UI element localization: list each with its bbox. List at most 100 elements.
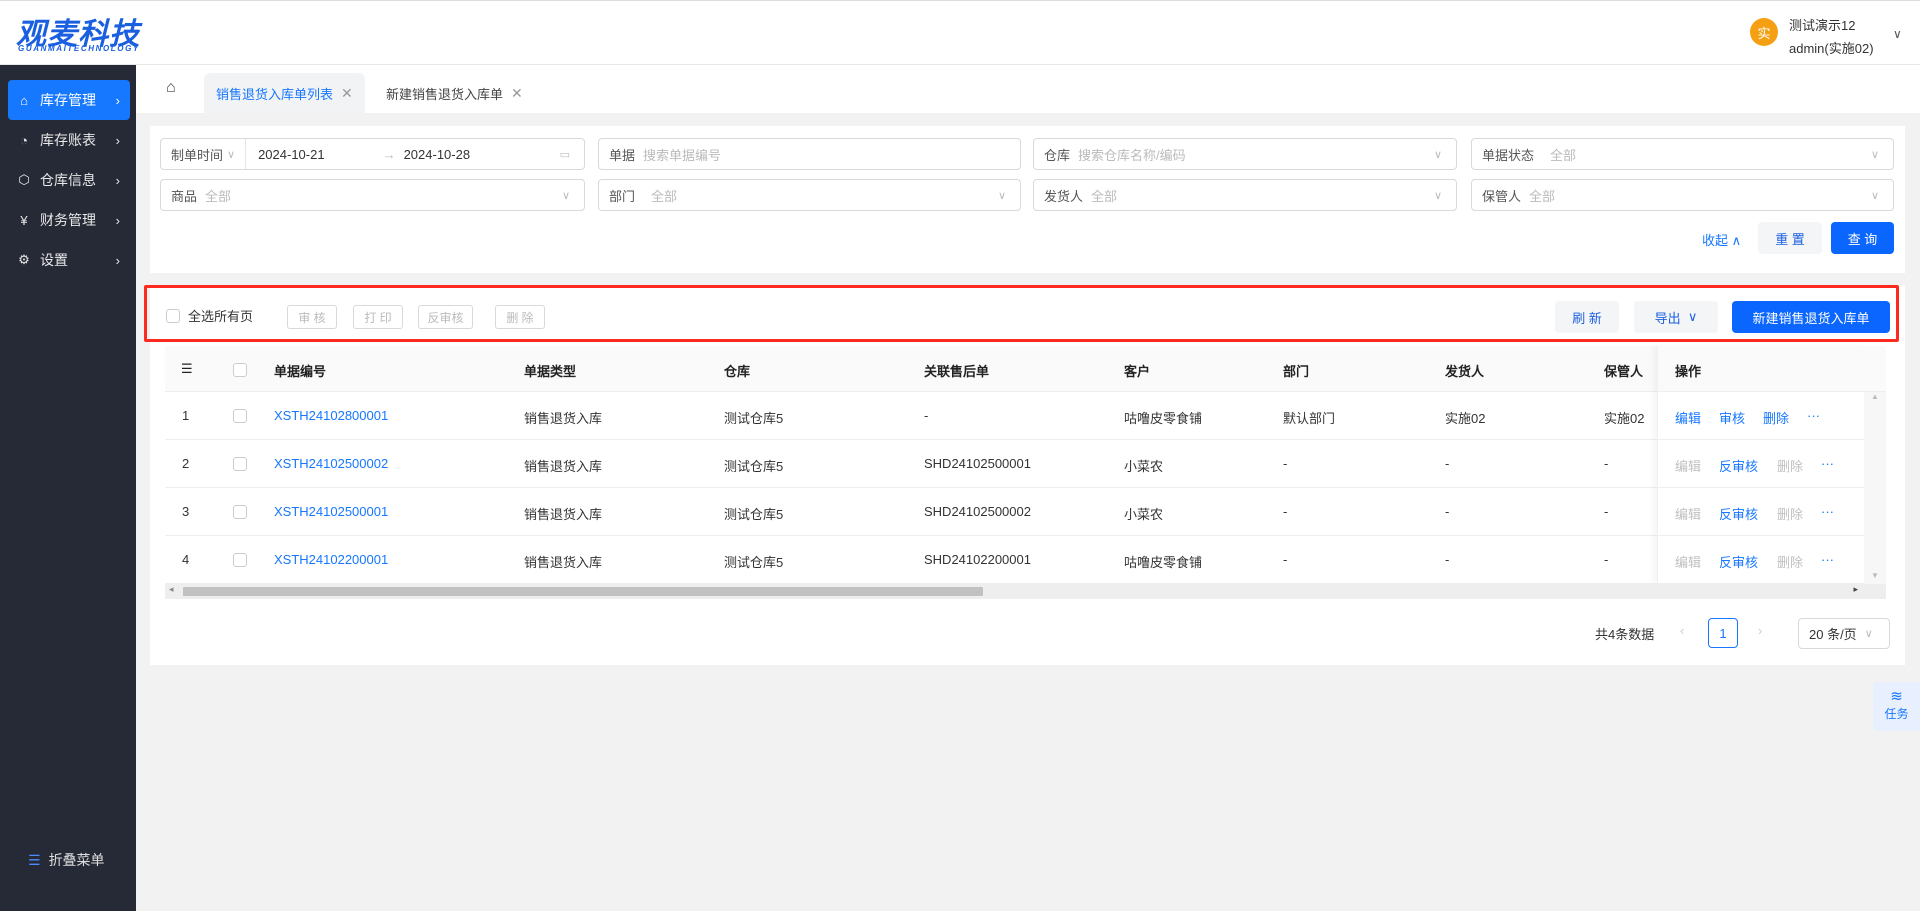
column-settings-icon[interactable]: ☰	[181, 361, 193, 377]
start-date[interactable]: 2024-10-21	[258, 147, 325, 162]
doc-code-link[interactable]: XSTH24102200001	[274, 552, 388, 567]
tab-new-return[interactable]: 新建销售退货入库单 ✕	[374, 73, 535, 113]
sidebar-item-inventory[interactable]: ⌂ 库存管理 ›	[8, 80, 130, 120]
cell-after_sale: SHD24102500002	[924, 504, 1031, 519]
chevron-up-icon: ∧	[1731, 233, 1742, 248]
top-header: 观麦科技 GUANMAITECHNOLOGY 实 测试演示12 admin(实施…	[0, 0, 1920, 65]
keeper-select[interactable]: 保管人 全部 ∨	[1471, 179, 1894, 211]
field-label: 部门	[609, 188, 636, 204]
home-icon[interactable]: ⌂	[166, 79, 176, 97]
cell-dept: -	[1283, 456, 1288, 471]
checkbox[interactable]	[166, 308, 180, 323]
column-header: 单据编号	[274, 364, 327, 379]
export-label: 导出	[1654, 310, 1681, 326]
product-select[interactable]: 商品 全部 ∨	[160, 179, 585, 211]
cell-customer: 小菜农	[1124, 507, 1164, 522]
column-header: 仓库	[724, 364, 751, 379]
doc-code-link[interactable]: XSTH24102500001	[274, 504, 388, 519]
user-account[interactable]: admin(实施02)	[1789, 38, 1874, 57]
date-type-select[interactable]: 制单时间 ∨	[161, 139, 247, 169]
sidebar-item-label: 库存管理	[40, 92, 96, 108]
select-value: 全部	[1091, 188, 1118, 204]
date-range-filter[interactable]: 制单时间 ∨ 2024-10-21 → 2024-10-28 ▭	[160, 138, 585, 170]
collapse-filters-button[interactable]: 收起 ∧	[1702, 230, 1741, 249]
create-return-button[interactable]: 新建销售退货入库单	[1732, 301, 1890, 333]
next-page-icon[interactable]: ›	[1758, 623, 1762, 638]
shipper-select[interactable]: 发货人 全部 ∨	[1033, 179, 1457, 211]
audit-button[interactable]: 审 核	[287, 305, 337, 329]
select-value: 全部	[205, 188, 232, 204]
layers-icon: ≋	[1890, 688, 1903, 705]
select-value: 全部	[651, 188, 678, 204]
chevron-down-icon[interactable]: ∨	[1893, 27, 1902, 41]
horizontal-scrollbar[interactable]: ◂ ▸	[165, 584, 1886, 599]
task-label: 任务	[1884, 707, 1909, 721]
cell-dept: 默认部门	[1283, 411, 1336, 426]
row-index: 3	[182, 504, 190, 519]
prev-page-icon[interactable]: ‹	[1680, 623, 1684, 638]
doc-code-link[interactable]: XSTH24102800001	[274, 408, 388, 423]
cell-warehouse: 测试仓库5	[724, 507, 784, 522]
close-icon[interactable]: ✕	[341, 85, 353, 102]
delete-button[interactable]: 删 除	[495, 305, 545, 329]
query-button[interactable]: 查 询	[1831, 222, 1894, 254]
chevron-down-icon: ∨	[1864, 628, 1873, 640]
unaudit-button[interactable]: 反审核	[418, 305, 473, 329]
logo-subtitle: GUANMAITECHNOLOGY	[18, 44, 140, 53]
doc-search-input[interactable]: 单据 搜索单据编号	[598, 138, 1021, 170]
export-button[interactable]: 导出 ∨	[1634, 301, 1718, 333]
vertical-scrollbar[interactable]: ▲ ▼	[1864, 392, 1886, 584]
row-checkbox[interactable]	[233, 455, 247, 471]
row-checkbox[interactable]	[233, 503, 247, 519]
sidebar-item-ledger[interactable]: ◔ 库存账表 ›	[8, 120, 130, 160]
row-checkbox[interactable]	[233, 407, 247, 423]
select-all-pages-checkbox[interactable]: 全选所有页	[166, 306, 253, 325]
print-button[interactable]: 打 印	[353, 305, 403, 329]
collapse-menu-button[interactable]: ☰ 折叠菜单	[28, 850, 105, 870]
fixed-action-column	[1657, 346, 1864, 584]
sidebar-item-label: 设置	[40, 252, 68, 268]
sidebar-item-settings[interactable]: ⚙ 设置 ›	[8, 240, 130, 280]
header-checkbox[interactable]	[233, 361, 247, 377]
field-label: 发货人	[1044, 188, 1084, 204]
status-select[interactable]: 单据状态 全部 ∨	[1471, 138, 1894, 170]
page-size-select[interactable]: 20 条/页 ∨	[1798, 618, 1890, 649]
cell-type: 销售退货入库	[524, 459, 603, 474]
box-icon: ⬡	[18, 172, 30, 187]
end-date[interactable]: 2024-10-28	[404, 147, 471, 162]
arrow-right-icon: →	[382, 146, 396, 162]
field-label: 单据状态	[1482, 147, 1535, 163]
field-label: 保管人	[1482, 188, 1522, 204]
warehouse-select[interactable]: 仓库 搜索仓库名称/编码 ∨	[1033, 138, 1457, 170]
row-checkbox[interactable]	[233, 551, 247, 567]
cell-dept: -	[1283, 552, 1288, 567]
sidebar-item-finance[interactable]: ¥ 财务管理 ›	[8, 200, 130, 240]
sidebar: ⌂ 库存管理 › ◔ 库存账表 › ⬡ 仓库信息 › ¥ 财务管理 › ⚙ 设置 ›	[0, 65, 136, 911]
user-name[interactable]: 测试演示12	[1789, 15, 1855, 34]
page-size-value: 20 条/页	[1809, 627, 1857, 642]
placeholder: 搜索仓库名称/编码	[1078, 147, 1186, 163]
cell-shipper: -	[1445, 504, 1450, 519]
task-float-button[interactable]: ≋ 任务	[1873, 682, 1920, 731]
refresh-button[interactable]: 刷 新	[1555, 301, 1619, 333]
page-1-button[interactable]: 1	[1708, 618, 1738, 648]
avatar[interactable]: 实	[1750, 18, 1778, 46]
sidebar-item-label: 财务管理	[40, 212, 96, 228]
chevron-right-icon: ›	[115, 212, 120, 228]
tab-return-list[interactable]: 销售退货入库单列表 ✕	[204, 73, 365, 113]
cell-warehouse: 测试仓库5	[724, 555, 784, 570]
placeholder: 搜索单据编号	[643, 147, 722, 163]
cell-type: 销售退货入库	[524, 555, 603, 570]
cell-shipper: -	[1445, 552, 1450, 567]
scrollbar-thumb[interactable]	[183, 587, 983, 596]
field-label: 单据	[609, 147, 636, 163]
field-label: 仓库	[1044, 147, 1071, 163]
reset-button[interactable]: 重 置	[1758, 222, 1822, 254]
sidebar-item-warehouse[interactable]: ⬡ 仓库信息 ›	[8, 160, 130, 200]
close-icon[interactable]: ✕	[511, 85, 523, 102]
tab-label: 新建销售退货入库单	[386, 86, 504, 102]
column-header: 关联售后单	[924, 364, 990, 379]
doc-code-link[interactable]: XSTH24102500002	[274, 456, 388, 471]
dept-select[interactable]: 部门 全部 ∨	[598, 179, 1021, 211]
select-value: 全部	[1529, 188, 1556, 204]
